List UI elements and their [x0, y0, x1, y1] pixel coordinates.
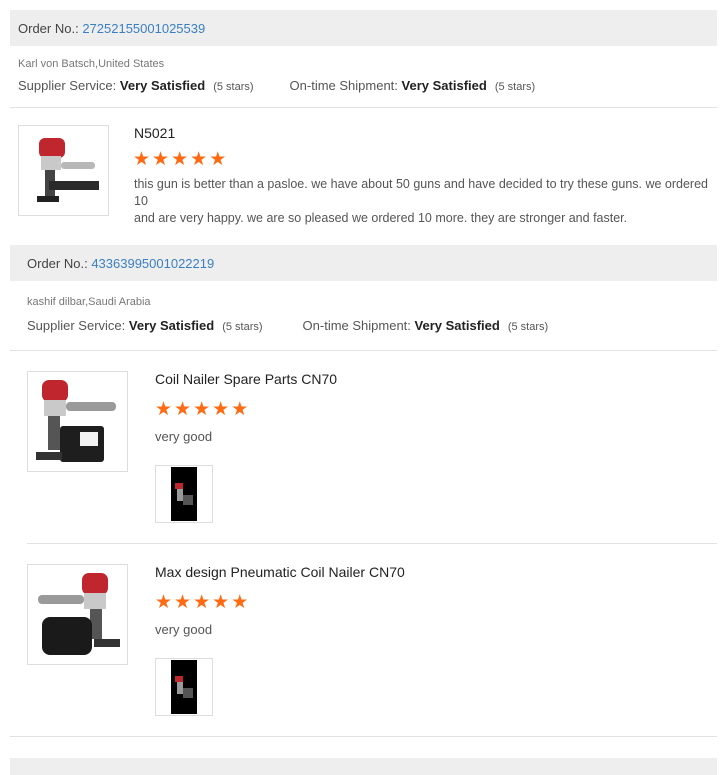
star-icon: ★	[212, 399, 230, 420]
order-number-label: Order No.:	[27, 255, 88, 271]
product-name[interactable]: Max design Pneumatic Coil Nailer CN70	[155, 564, 405, 580]
divider	[27, 543, 717, 544]
review-photo-thumbnail[interactable]	[155, 658, 213, 716]
product-rating: ★ ★ ★ ★ ★	[133, 150, 226, 169]
star-icon: ★	[209, 149, 227, 170]
next-order-header	[10, 758, 717, 775]
star-icon: ★	[171, 149, 189, 170]
order-header: Order No.: 27252155001025539	[10, 10, 717, 46]
review-line: this gun is better than a pasloe. we hav…	[134, 177, 708, 208]
supplier-service-label: Supplier Service:	[18, 78, 117, 93]
supplier-service-stars: (5 stars)	[213, 81, 254, 93]
star-icon: ★	[190, 149, 208, 170]
review-text: very good	[155, 429, 213, 444]
review-photo-image	[175, 483, 193, 505]
product-image[interactable]	[18, 125, 109, 216]
star-icon: ★	[231, 592, 249, 613]
review-text: very good	[155, 622, 213, 637]
order-block: Order No.: 27252155001025539	[10, 10, 717, 46]
buyer-info: kashif dilbar,Saudi Arabia	[27, 296, 151, 308]
order-ratings: Supplier Service: Very Satisfied (5 stars…	[18, 78, 535, 93]
shipment-value: Very Satisfied	[414, 318, 500, 333]
product-name[interactable]: N5021	[134, 125, 175, 141]
star-icon: ★	[212, 592, 230, 613]
product-rating: ★ ★ ★ ★ ★	[155, 593, 248, 612]
product-rating: ★ ★ ★ ★ ★	[155, 400, 248, 419]
review-photo-thumbnail[interactable]	[155, 465, 213, 523]
nailer-image	[37, 138, 99, 202]
star-icon: ★	[193, 592, 211, 613]
shipment-label: On-time Shipment:	[289, 78, 398, 93]
product-image[interactable]	[27, 564, 128, 665]
review-text: this gun is better than a pasloe. we hav…	[134, 176, 719, 227]
divider	[10, 350, 717, 351]
supplier-service-value: Very Satisfied	[119, 78, 206, 93]
coil-nailer-image	[36, 380, 116, 462]
review-line: and are very happy. we are so pleased we…	[134, 211, 628, 225]
shipment-stars: (5 stars)	[494, 81, 536, 93]
star-icon: ★	[133, 149, 151, 170]
star-icon: ★	[155, 592, 173, 613]
order-number-label: Order No.:	[18, 20, 79, 36]
coil-nailer-image	[38, 573, 120, 655]
divider	[10, 736, 717, 737]
star-icon: ★	[231, 399, 249, 420]
supplier-service-value: Very Satisfied	[128, 318, 215, 333]
star-icon: ★	[155, 399, 173, 420]
shipment-value: Very Satisfied	[401, 78, 487, 93]
shipment-stars: (5 stars)	[507, 321, 549, 333]
order-number-link[interactable]: 27252155001025539	[82, 21, 205, 36]
star-icon: ★	[174, 399, 192, 420]
order-header: Order No.: 43363995001022219	[10, 245, 717, 281]
order-ratings: Supplier Service: Very Satisfied (5 stars…	[27, 318, 548, 333]
divider	[10, 107, 717, 108]
buyer-info: Karl von Batsch,United States	[18, 58, 165, 70]
shipment-label: On-time Shipment:	[302, 318, 411, 333]
star-icon: ★	[174, 592, 192, 613]
product-name[interactable]: Coil Nailer Spare Parts CN70	[155, 371, 337, 387]
order-block: Order No.: 43363995001022219	[10, 245, 717, 281]
review-photo-image	[175, 676, 193, 698]
order-number-link[interactable]: 43363995001022219	[91, 256, 214, 271]
supplier-service-label: Supplier Service:	[27, 318, 126, 333]
star-icon: ★	[152, 149, 170, 170]
star-icon: ★	[193, 399, 211, 420]
product-image[interactable]	[27, 371, 128, 472]
supplier-service-stars: (5 stars)	[222, 321, 263, 333]
